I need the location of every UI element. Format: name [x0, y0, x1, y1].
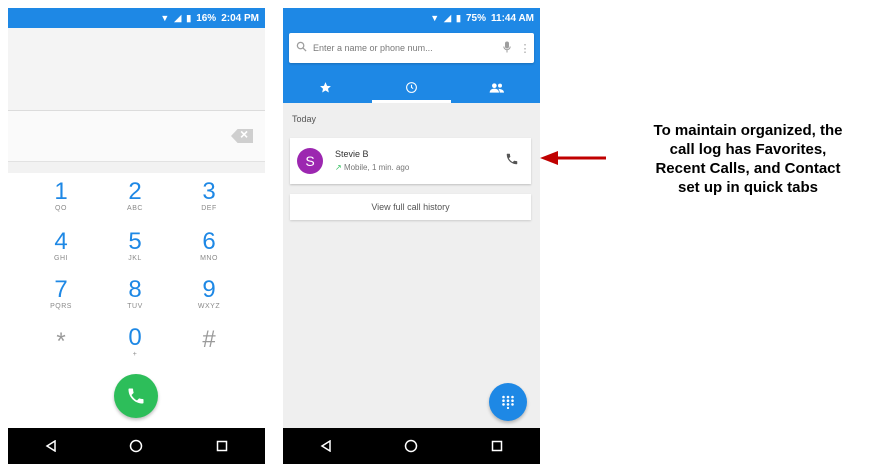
view-full-history-button[interactable]: View full call history	[290, 194, 531, 220]
annotation-line: To maintain organized, the	[653, 122, 843, 139]
wifi-icon: ▼	[160, 13, 170, 23]
microphone-icon[interactable]	[498, 41, 516, 56]
home-button[interactable]	[391, 439, 431, 453]
call-details: ↗ Mobile, 1 min. ago	[335, 163, 409, 172]
key-digit: 6	[202, 228, 216, 255]
back-icon	[45, 440, 56, 452]
avatar: S	[297, 148, 323, 174]
back-button[interactable]	[306, 440, 346, 452]
signal-icon: ◢	[444, 12, 452, 23]
signal-icon: ◢	[174, 12, 182, 23]
key-2[interactable]: 2 ABC	[100, 178, 170, 213]
tab-favorites[interactable]	[283, 72, 369, 103]
key-digit: 5	[128, 228, 142, 255]
key-digit: #	[202, 326, 216, 353]
tab-contacts[interactable]	[454, 72, 540, 103]
key-6[interactable]: 6 MNO	[174, 228, 244, 263]
status-bar: ▼ ◢ ▮ 75% 11:44 AM	[283, 8, 540, 28]
battery-icon: ▮	[456, 12, 461, 23]
key-letters: MNO	[200, 255, 218, 262]
call-log-screen: ▼ ◢ ▮ 75% 11:44 AM Enter a name or phone…	[283, 8, 540, 464]
call-button[interactable]	[114, 374, 158, 418]
backspace-icon[interactable]	[231, 129, 253, 143]
key-digit: 0	[128, 324, 142, 351]
key-1[interactable]: 1 QO	[26, 178, 96, 213]
battery-percent: 75%	[466, 12, 487, 24]
key-9[interactable]: 9 WXYZ	[174, 276, 244, 311]
key-7[interactable]: 7 PQRS	[26, 276, 96, 311]
key-digit: 2	[128, 178, 142, 205]
key-letters: ABC	[127, 205, 143, 212]
key-8[interactable]: 8 TUV	[100, 276, 170, 311]
key-digit: 4	[54, 228, 68, 255]
status-time: 11:44 AM	[491, 12, 534, 24]
section-header-today: Today	[292, 114, 317, 124]
tab-recents[interactable]	[369, 72, 455, 103]
annotation-line: Recent Calls, and Contact	[655, 160, 841, 177]
status-time: 2:04 PM	[221, 12, 259, 24]
key-letters: DEF	[201, 205, 217, 212]
battery-icon: ▮	[186, 12, 192, 23]
search-icon	[289, 41, 313, 55]
contact-name: Stevie B	[335, 149, 369, 159]
phone-icon	[506, 153, 518, 165]
key-star[interactable]: *	[26, 330, 96, 354]
app-bar: Enter a name or phone num... ⋮	[283, 28, 540, 103]
navigation-bar	[283, 428, 540, 464]
recents-icon	[216, 440, 228, 452]
outgoing-call-icon: ↗	[335, 163, 342, 172]
star-icon	[320, 82, 332, 93]
key-digit: 9	[202, 276, 216, 303]
key-digit: 7	[54, 276, 68, 303]
key-digit: 1	[54, 178, 68, 205]
dialpad-button[interactable]	[489, 383, 527, 421]
dialpad-icon	[502, 395, 514, 409]
key-digit: *	[56, 328, 66, 355]
key-hash[interactable]: #	[174, 328, 244, 352]
recents-button[interactable]	[202, 440, 242, 452]
key-letters: PQRS	[50, 303, 72, 310]
battery-percent: 16%	[196, 12, 217, 24]
quick-tabs	[283, 72, 540, 103]
home-icon	[405, 439, 418, 453]
key-digit: 3	[202, 178, 216, 205]
wifi-icon: ▼	[430, 13, 440, 23]
key-letters: GHI	[54, 255, 68, 262]
back-icon	[320, 440, 331, 452]
back-button[interactable]	[31, 440, 71, 452]
home-icon	[130, 439, 143, 453]
key-letters: +	[132, 351, 138, 358]
call-log-entry[interactable]: S Stevie B ↗ Mobile, 1 min. ago	[290, 138, 531, 184]
key-0[interactable]: 0 +	[100, 324, 170, 359]
annotation-line: call log has Favorites,	[669, 141, 827, 158]
clock-icon	[406, 82, 417, 93]
key-digit: 8	[128, 276, 142, 303]
recents-button[interactable]	[477, 440, 517, 452]
annotation-line: set up in quick tabs	[677, 179, 819, 196]
contacts-icon	[489, 82, 505, 93]
number-display[interactable]	[8, 111, 265, 162]
status-bar: ▼ ◢ ▮ 16% 2:04 PM	[8, 8, 265, 28]
more-options-icon[interactable]: ⋮	[516, 42, 534, 55]
home-button[interactable]	[116, 439, 156, 453]
dialer-screen: ▼ ◢ ▮ 16% 2:04 PM 1 QO 2 ABC 3 DEF 4 GHI…	[8, 8, 265, 464]
navigation-bar	[8, 428, 265, 464]
key-letters: JKL	[128, 255, 142, 262]
key-3[interactable]: 3 DEF	[174, 178, 244, 213]
key-5[interactable]: 5 JKL	[100, 228, 170, 263]
dialer-header-area	[8, 28, 265, 111]
annotation-text: To maintain organized, the call log has …	[617, 121, 879, 197]
phone-icon	[128, 388, 144, 404]
search-input[interactable]: Enter a name or phone num...	[313, 43, 498, 53]
key-letters: TUV	[127, 303, 143, 310]
annotation-arrow	[540, 151, 606, 165]
key-letters: QO	[55, 205, 67, 212]
call-detail-text: Mobile, 1 min. ago	[343, 163, 410, 172]
key-letters: WXYZ	[197, 303, 221, 310]
key-4[interactable]: 4 GHI	[26, 228, 96, 263]
search-bar[interactable]: Enter a name or phone num... ⋮	[289, 33, 534, 63]
recents-icon	[491, 440, 503, 452]
call-back-button[interactable]	[505, 152, 519, 171]
